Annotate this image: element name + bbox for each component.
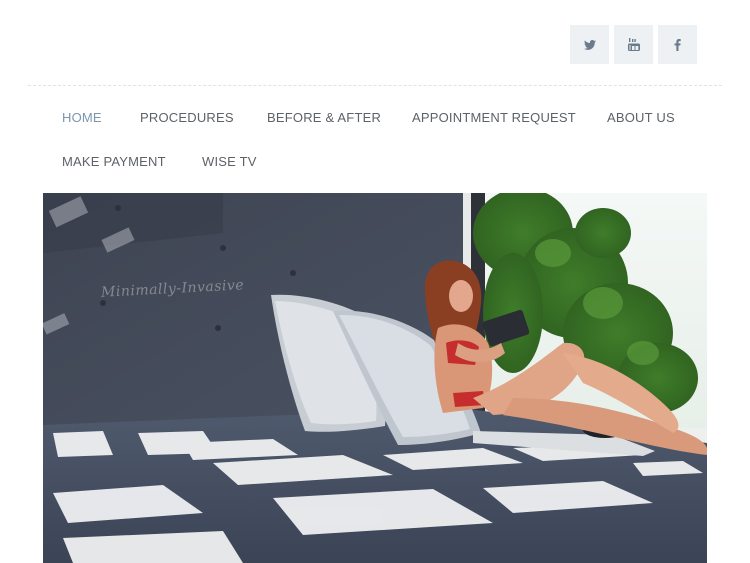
- youtube-button[interactable]: [614, 25, 653, 64]
- nav-home[interactable]: HOME: [62, 110, 102, 126]
- facebook-button[interactable]: [658, 25, 697, 64]
- nav-wise-tv[interactable]: WISE TV: [202, 154, 257, 170]
- header-divider: [28, 85, 722, 86]
- nav-about-us[interactable]: ABOUT US: [607, 110, 675, 126]
- nav-make-payment[interactable]: MAKE PAYMENT: [62, 154, 166, 170]
- social-links: [570, 25, 697, 64]
- hero-image: Minimally-Invasive: [43, 193, 707, 563]
- twitter-button[interactable]: [570, 25, 609, 64]
- youtube-icon: [627, 38, 640, 51]
- nav-before-after[interactable]: BEFORE & AFTER: [267, 110, 381, 126]
- twitter-icon: [583, 39, 596, 50]
- facebook-icon: [674, 38, 681, 51]
- nav-procedures[interactable]: PROCEDURES: [140, 110, 234, 126]
- nav-appointment-request[interactable]: APPOINTMENT REQUEST: [412, 110, 576, 126]
- hero-illustration: [43, 193, 707, 563]
